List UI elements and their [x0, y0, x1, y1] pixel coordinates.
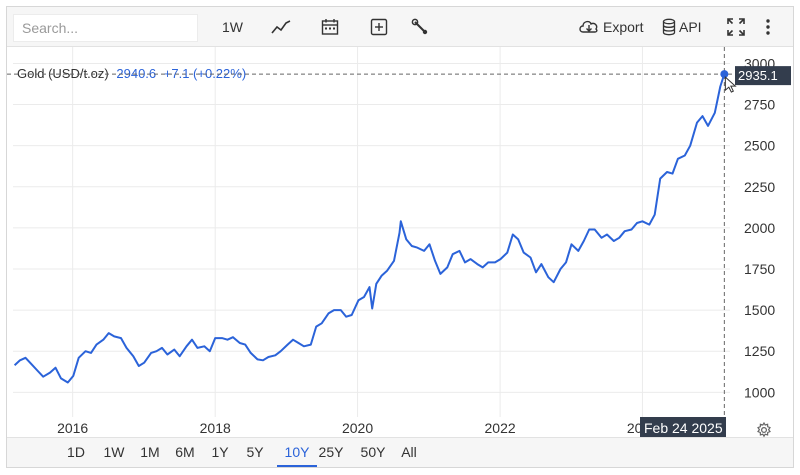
api-label: API	[679, 19, 702, 35]
range-button-all[interactable]: All	[397, 438, 421, 467]
gear-icon[interactable]	[756, 422, 772, 438]
chart-type-button[interactable]	[271, 7, 291, 47]
line-chart-icon	[271, 20, 291, 34]
range-button-1w[interactable]: 1W	[100, 438, 128, 467]
instrument-name: Gold (USD/t.oz)	[17, 66, 109, 81]
chart-widget: Search... 1W Export API Gold (USD/t.oz) …	[6, 6, 794, 468]
range-button-1m[interactable]: 1M	[137, 438, 163, 467]
range-button-1d[interactable]: 1D	[64, 438, 88, 467]
x-tick-label: 2020	[342, 420, 373, 436]
y-tick-label: 1500	[744, 302, 775, 318]
y-axis: 100012501500175020002250250027503000	[744, 55, 775, 400]
add-indicator-button[interactable]	[370, 7, 388, 47]
chart-header: Gold (USD/t.oz) 2940.6 +7.1 (+0.22%)	[17, 66, 246, 81]
price-change: +7.1 (+0.22%)	[164, 66, 246, 81]
range-button-6m[interactable]: 6M	[171, 438, 199, 467]
y-tick-label: 1250	[744, 343, 775, 359]
x-tick-label: 2018	[200, 420, 231, 436]
plus-box-icon	[370, 18, 388, 36]
chart-grid	[13, 47, 730, 417]
y-tick-label: 2750	[744, 97, 775, 113]
range-button-25y[interactable]: 25Y	[316, 438, 346, 467]
api-button[interactable]: API	[662, 7, 702, 47]
export-button[interactable]: Export	[578, 7, 643, 47]
tools-button[interactable]	[411, 7, 429, 47]
y-tick-label: 2000	[744, 220, 775, 236]
toolbar: Search... 1W Export API	[7, 7, 793, 47]
y-tick-label: 1000	[744, 384, 775, 400]
date-tag-label: Feb 24 2025	[644, 420, 723, 436]
range-bar: 1D 1W 1M 6M 1Y 5Y 10Y 25Y 50Y All	[7, 422, 793, 467]
x-tick-label: 2022	[485, 420, 516, 436]
price-tag-label: 2935.1	[738, 68, 778, 83]
interval-button[interactable]: 1W	[222, 7, 243, 47]
cursor-arrow-icon	[724, 75, 737, 93]
x-tick-label: 2016	[57, 420, 88, 436]
y-tick-label: 2250	[744, 179, 775, 195]
price-chart[interactable]: Gold (USD/t.oz) 2940.6 +7.1 (+0.22%) 100…	[7, 47, 793, 437]
crosshair-point	[720, 70, 729, 79]
fullscreen-button[interactable]	[726, 7, 746, 47]
database-icon	[662, 18, 676, 36]
range-button-1y[interactable]: 1Y	[209, 438, 231, 467]
more-vertical-icon	[766, 19, 770, 35]
calendar-icon	[321, 19, 339, 35]
range-button-10y[interactable]: 10Y	[277, 438, 317, 467]
range-button-5y[interactable]: 5Y	[243, 438, 267, 467]
range-button-50y[interactable]: 50Y	[357, 438, 389, 467]
y-tick-label: 1750	[744, 261, 775, 277]
wrench-icon	[411, 18, 428, 35]
more-menu-button[interactable]	[764, 7, 772, 47]
crosshair: 2935.1 Feb 24 2025	[7, 47, 791, 437]
search-input[interactable]: Search...	[13, 14, 198, 42]
last-price: 2940.6	[116, 66, 156, 81]
calendar-button[interactable]	[321, 7, 339, 47]
fullscreen-icon	[727, 18, 745, 36]
export-label: Export	[603, 19, 644, 35]
interval-label: 1W	[222, 19, 243, 35]
y-tick-label: 2500	[744, 138, 775, 154]
x-axis: 20162018202020222024	[57, 420, 658, 436]
cloud-download-icon	[579, 20, 598, 33]
